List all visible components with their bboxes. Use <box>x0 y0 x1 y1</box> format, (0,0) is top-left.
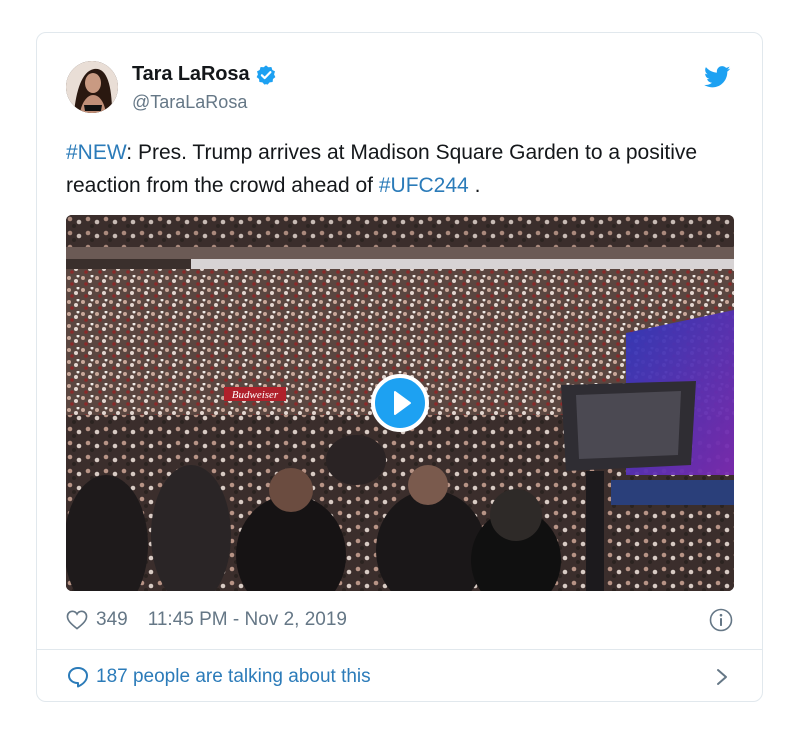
info-icon[interactable] <box>709 608 733 632</box>
play-button[interactable] <box>371 374 429 432</box>
like-count[interactable]: 349 <box>96 609 128 631</box>
divider <box>37 649 762 650</box>
heart-icon[interactable] <box>66 610 88 630</box>
video-player[interactable]: Budweiser <box>66 215 734 591</box>
conversation-label[interactable]: 187 people are talking about this <box>96 666 371 688</box>
hashtag-ufc244-link[interactable]: #UFC244 <box>379 174 469 197</box>
tweet-text: #NEW: Pres. Trump arrives at Madison Squ… <box>66 136 726 202</box>
conversation-link[interactable]: 187 people are talking about this <box>66 663 371 691</box>
hashtag-new-link[interactable]: #NEW <box>66 141 126 164</box>
author-display-name[interactable]: Tara LaRosa <box>132 63 250 86</box>
tweet-meta-row: 349 11:45 PM - Nov 2, 2019 <box>66 607 347 633</box>
chevron-right-icon[interactable] <box>715 667 729 687</box>
author-handle[interactable]: @TaraLaRosa <box>132 92 247 113</box>
author-name-row: Tara LaRosa <box>132 63 277 86</box>
timestamp[interactable]: 11:45 PM - Nov 2, 2019 <box>148 609 347 631</box>
play-icon <box>394 391 411 415</box>
tweet-card: Tara LaRosa @TaraLaRosa #NEW: Pres. Trum… <box>36 32 763 702</box>
avatar[interactable] <box>66 61 118 113</box>
budweiser-sign: Budweiser <box>232 389 279 401</box>
avatar-image <box>66 61 118 113</box>
tweet-body-end: . <box>468 174 481 197</box>
speech-bubble-icon <box>68 667 88 688</box>
twitter-bird-icon[interactable] <box>704 66 731 88</box>
verified-badge-icon <box>257 64 276 85</box>
